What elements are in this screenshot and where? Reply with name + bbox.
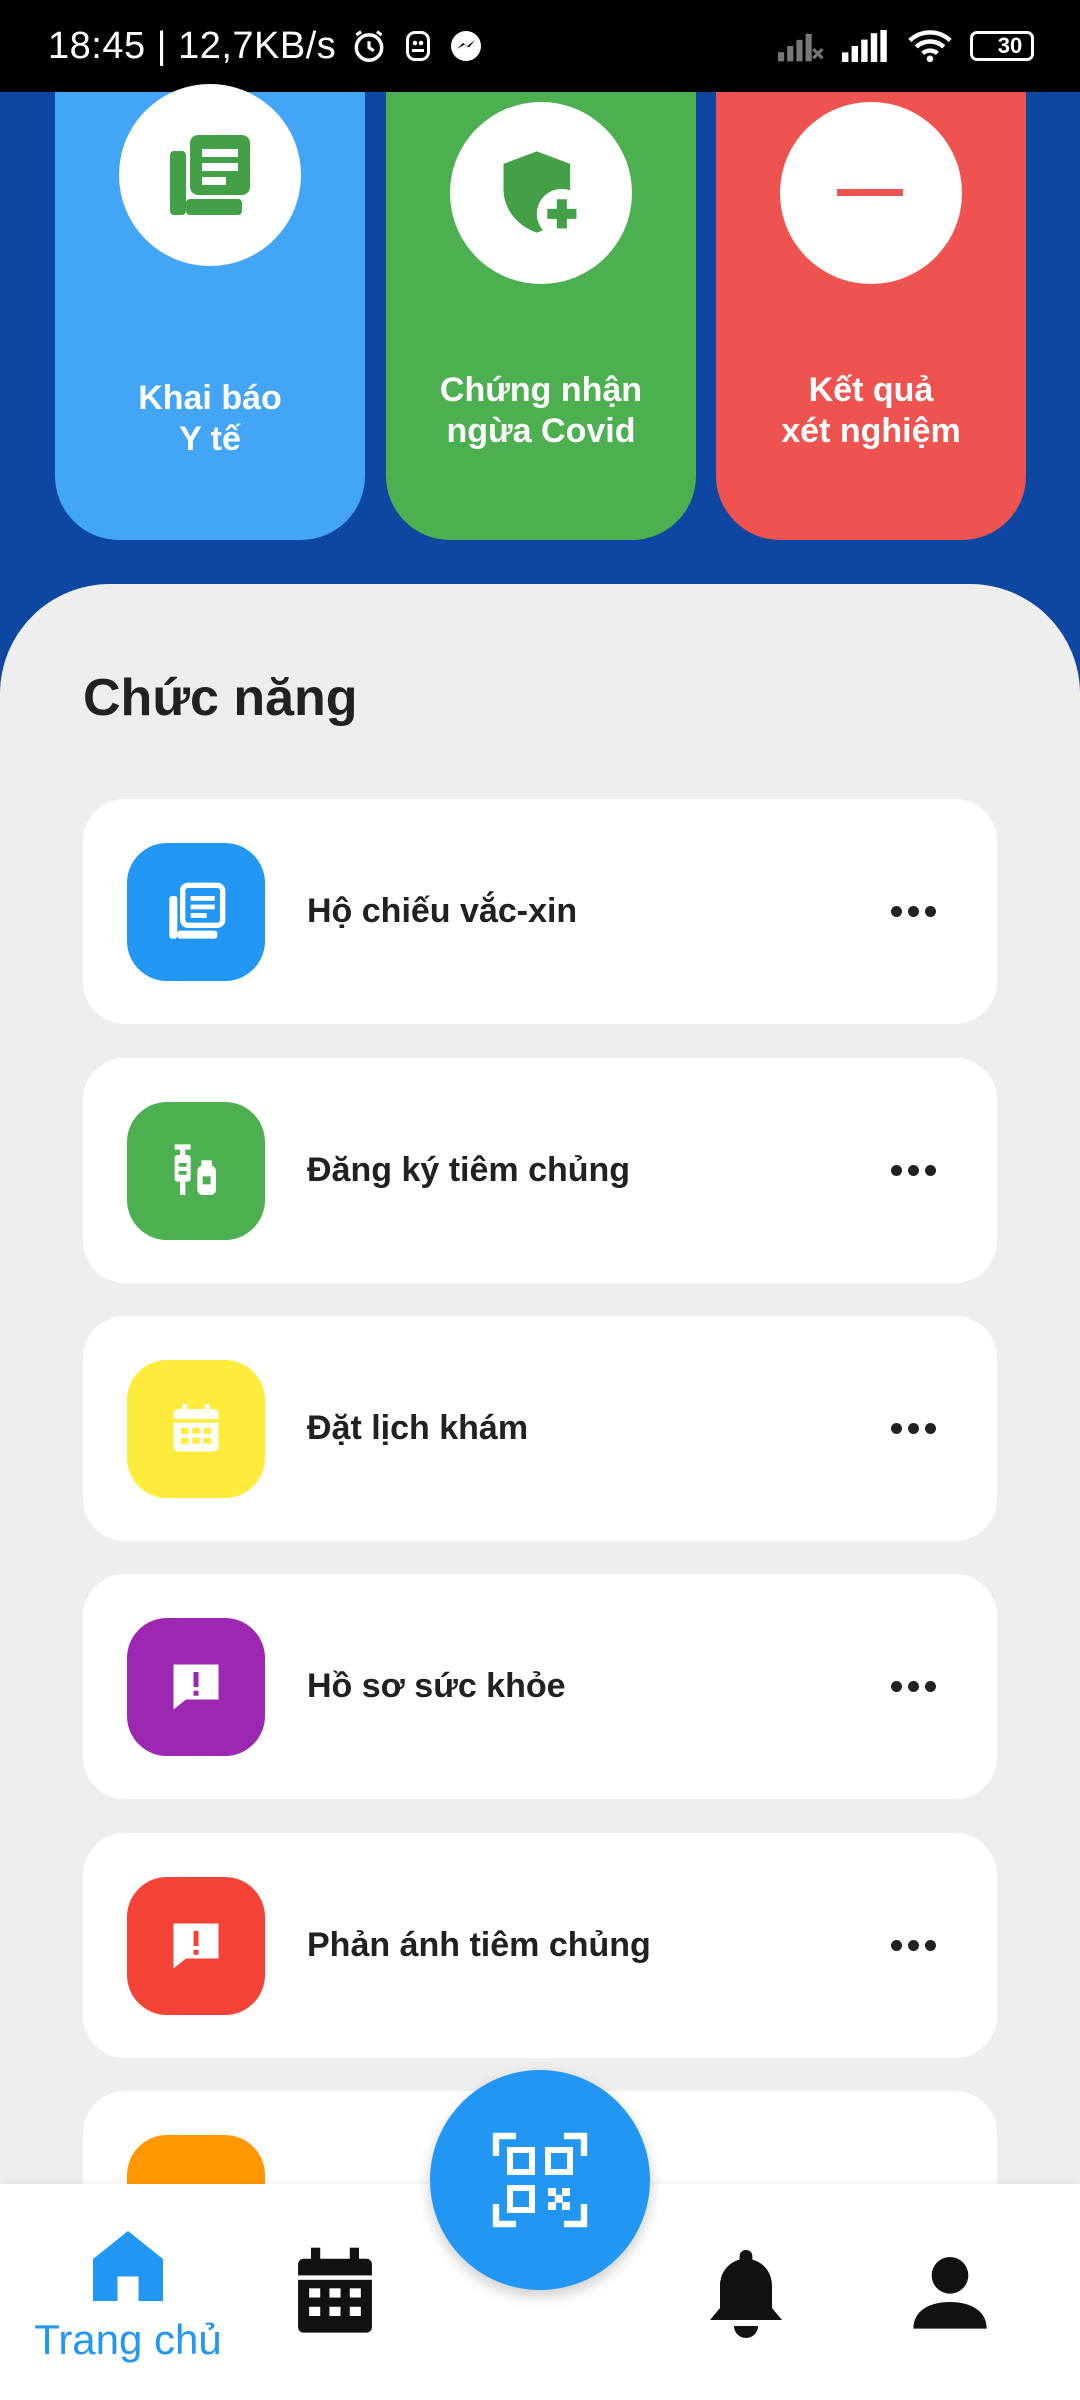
quick-action-covid-certificate[interactable]: Chứng nhận ngừa Covid [386,92,696,540]
quick-action-icon-circle [450,102,632,284]
section-title: Chức năng [83,669,358,727]
calendar-icon [298,2247,372,2333]
feature-icon [127,1359,265,1498]
feature-icon [127,1617,265,1756]
quick-action-icon-circle [780,102,962,284]
more-options-icon[interactable] [873,1399,953,1459]
quick-action-test-results[interactable]: Kết quả xét nghiệm [716,92,1026,540]
vaccine-icon [174,1143,216,1195]
feature-icon [127,842,265,981]
home-icon [93,2231,163,2301]
feature-label: Phản ánh tiêm chủng [307,1926,651,1964]
no-signal-icon [778,30,824,62]
alert-message-icon [173,1923,219,1968]
notification-icon [402,28,434,64]
feature-icon [127,1101,265,1240]
status-bar: 18:45 | 12,7KB/s 30 [0,0,1080,92]
nav-home-label: Trang chủ [34,2316,222,2363]
document-icon [169,882,226,939]
feature-label: Đăng ký tiêm chủng [307,1151,631,1189]
quick-action-icon-circle [119,84,301,266]
feature-label: Đặt lịch khám [307,1409,529,1447]
more-options-icon[interactable] [873,882,953,942]
nav-notifications[interactable] [706,2244,786,2340]
battery-level: 30 [997,33,1023,58]
calendar-icon [173,1403,219,1451]
qr-scan-button[interactable] [430,2070,650,2290]
messenger-icon [448,28,484,64]
nav-profile[interactable] [910,2250,990,2334]
nav-home[interactable]: Trang chủ [28,2224,228,2364]
alert-message-icon [173,1664,219,1709]
wifi-icon [908,29,952,63]
quick-action-label: Kết quả xét nghiệm [781,371,961,450]
feature-icon [127,1876,265,2015]
feature-book-appointment[interactable]: Đặt lịch khám [83,1316,997,1541]
feature-health-record[interactable]: Hồ sơ sức khỏe [83,1574,997,1799]
alarm-icon [350,27,388,65]
quick-action-label: Chứng nhận ngừa Covid [439,371,643,450]
more-options-icon[interactable] [873,1657,953,1717]
feature-label: Hộ chiếu vắc-xin [307,892,578,930]
feature-label: Hồ sơ sức khỏe [307,1667,566,1705]
more-options-icon[interactable] [873,1141,953,1201]
quick-action-health-declaration[interactable]: Khai báo Y tế [55,84,365,540]
quick-action-label: Khai báo Y tế [138,379,282,458]
qr-scan-icon [492,2132,588,2228]
feature-vaccine-passport[interactable]: Hộ chiếu vắc-xin [83,799,997,1024]
minus-icon [837,189,903,196]
profile-icon [913,2257,987,2329]
battery-icon: 30 [970,31,1034,61]
feature-vaccination-registration[interactable]: Đăng ký tiêm chủng [83,1058,997,1283]
document-icon [170,135,250,215]
signal-icon [842,30,890,62]
shield-plus-icon [503,151,587,239]
more-options-icon[interactable] [873,1916,953,1976]
bell-icon [710,2250,782,2338]
nav-calendar[interactable] [290,2244,380,2340]
status-time: 18:45 | 12,7KB/s [48,24,337,67]
feature-vaccination-feedback[interactable]: Phản ánh tiêm chủng [83,1833,997,2058]
